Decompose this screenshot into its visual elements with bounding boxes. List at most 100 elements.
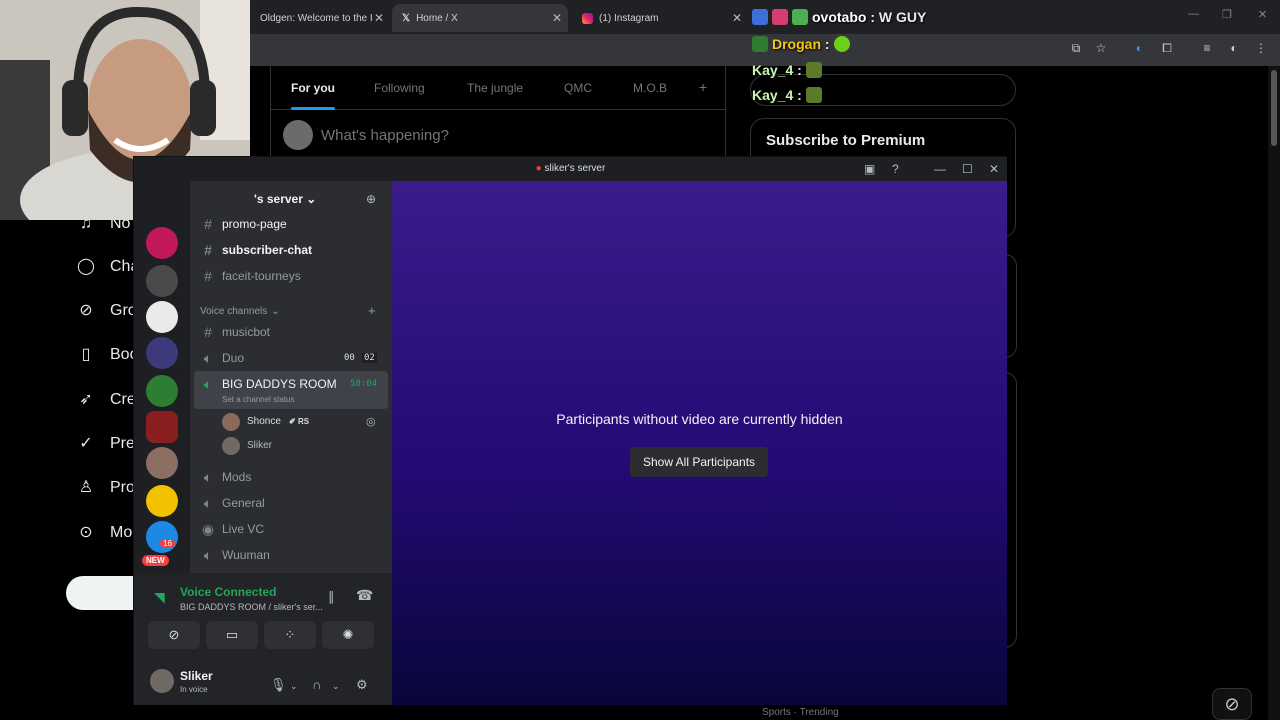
channel-label: Mods	[222, 470, 252, 484]
grok-icon[interactable]: ⊘	[1212, 688, 1252, 720]
server-icon[interactable]	[146, 337, 178, 369]
nav-premium[interactable]: ✓ Pre	[76, 432, 135, 456]
nav-grok[interactable]: ⊘ Gro	[76, 299, 136, 323]
chevron-down-icon[interactable]: ⌄	[290, 681, 298, 692]
add-tab-icon[interactable]: +	[699, 79, 707, 95]
noise-suppression-icon[interactable]: ∥	[328, 589, 335, 605]
close-icon[interactable]: ✕	[374, 11, 384, 25]
extension-audio-icon[interactable]: ◖	[1131, 41, 1145, 55]
tab-instagram[interactable]: (1) Instagram ✕	[572, 4, 748, 32]
nav-profile[interactable]: ♙ Pro	[76, 476, 135, 500]
screen-share-icon[interactable]: ▭	[206, 621, 258, 649]
tab-oldgen[interactable]: Oldgen: Welcome to the I ✕	[250, 4, 390, 32]
extensions-icon[interactable]: ⧠	[1160, 41, 1174, 55]
member-name[interactable]: Sliker	[247, 440, 272, 451]
server-name[interactable]: 's server ⌄	[254, 192, 316, 206]
channel-mods[interactable]: 🔈︎ Mods	[200, 467, 252, 487]
invite-icon[interactable]: ⊕	[366, 192, 376, 206]
nav-label: Pre	[110, 435, 135, 452]
channel-subscriber-chat[interactable]: # subscriber-chat	[200, 240, 312, 260]
install-icon[interactable]: ⧉	[1069, 41, 1083, 55]
voice-status[interactable]: Voice Connected	[180, 585, 276, 599]
nav-more[interactable]: ⊙ Mo	[76, 521, 132, 545]
tab-label: Home / X	[416, 12, 458, 24]
server-icon[interactable]	[146, 227, 178, 259]
bookmark-star-icon[interactable]: ☆	[1094, 41, 1108, 55]
maximize-icon[interactable]: ☐	[962, 162, 973, 176]
tab-the-jungle[interactable]: The jungle	[467, 81, 523, 95]
activities-icon[interactable]: ⁘	[264, 621, 316, 649]
server-icon[interactable]	[146, 485, 178, 517]
channel-promo-page[interactable]: # promo-page	[200, 214, 287, 234]
hash-icon: #	[204, 216, 212, 232]
gear-icon[interactable]: ⚙	[356, 677, 368, 693]
restore-icon[interactable]: ❐	[1222, 8, 1232, 21]
chat-icon: ◯	[77, 258, 95, 275]
tab-for-you[interactable]: For you	[291, 81, 335, 110]
minimize-icon[interactable]: —	[934, 162, 946, 176]
more-icon: ⊙	[79, 524, 93, 541]
nav-chat[interactable]: ◯ Cha	[76, 255, 139, 279]
server-dot-icon: ●	[535, 163, 545, 174]
speaker-icon: 🔈︎	[203, 468, 213, 485]
server-list: 16 NEW	[134, 181, 190, 591]
server-icon[interactable]	[146, 411, 178, 443]
server-icon[interactable]	[146, 521, 178, 553]
menu-icon[interactable]: ⋮	[1254, 41, 1268, 55]
emote-icon	[805, 87, 822, 103]
tab-home-x[interactable]: 𝕏 Home / X ✕	[392, 4, 568, 32]
server-icon[interactable]	[146, 265, 178, 297]
help-icon[interactable]: ?	[892, 162, 899, 176]
close-icon[interactable]: ✕	[732, 11, 742, 25]
user-panel: ◥ Voice Connected BIG DADDYS ROOM / slik…	[134, 573, 392, 705]
channel-duo[interactable]: 🔈︎ Duo	[200, 348, 244, 368]
channel-status[interactable]: Set a channel status	[222, 395, 295, 404]
streaming-icon: ◎	[366, 416, 376, 428]
media-icon[interactable]: ≡	[1200, 41, 1214, 55]
show-all-participants-button[interactable]: Show All Participants	[630, 447, 768, 477]
chevron-down-icon[interactable]: ⌄	[332, 681, 340, 692]
profile-avatar-icon[interactable]: ◐	[1227, 41, 1241, 55]
close-icon[interactable]: ✕	[552, 11, 562, 25]
chat-message: Kay_4 :	[752, 87, 822, 103]
channel-general[interactable]: 🔈︎ General	[200, 493, 265, 513]
close-window-icon[interactable]: ✕	[1258, 8, 1267, 21]
signal-icon: ◥	[154, 589, 165, 605]
badge-icon	[752, 36, 768, 52]
camera-off-icon[interactable]: ⊘	[148, 621, 200, 649]
composer[interactable]: What's happening?	[270, 110, 726, 160]
nav-creator[interactable]: ➶ Cre	[76, 388, 135, 412]
add-channel-icon[interactable]: +	[368, 303, 376, 318]
minimize-icon[interactable]: —	[1188, 8, 1199, 20]
sports-trending-label: Sports · Trending	[762, 707, 839, 718]
emote-icon	[805, 62, 822, 78]
tab-label: Oldgen: Welcome to the I	[260, 12, 373, 24]
channel-live-vc[interactable]: ◉ Live VC	[200, 519, 264, 539]
inbox-icon[interactable]: ▣	[864, 162, 875, 176]
member-name[interactable]: Shonce	[247, 416, 281, 427]
user-limit: 02	[362, 353, 377, 363]
server-icon[interactable]	[146, 375, 178, 407]
tab-qmc[interactable]: QMC	[564, 81, 592, 95]
headphones-icon[interactable]: ∩	[312, 677, 321, 692]
channel-musicbot[interactable]: # musicbot	[200, 322, 270, 342]
scrollbar-thumb[interactable]	[1271, 70, 1277, 146]
speaker-icon: 🔈︎	[203, 375, 213, 392]
soundboard-icon[interactable]: ✺	[322, 621, 374, 649]
tab-mob[interactable]: M.O.B	[633, 81, 667, 95]
category-voice-channels[interactable]: Voice channels ⌄	[200, 301, 280, 321]
nav-label: Mo	[110, 524, 133, 541]
tab-following[interactable]: Following	[374, 81, 425, 95]
avatar[interactable]	[150, 669, 174, 693]
server-icon[interactable]	[146, 301, 178, 333]
server-icon[interactable]	[146, 447, 178, 479]
microphone-icon[interactable]: 🎙︎	[270, 677, 287, 693]
channel-faceit-tourneys[interactable]: # faceit-tourneys	[200, 266, 301, 286]
disconnect-icon[interactable]: ☎	[356, 587, 373, 604]
close-icon[interactable]: ✕	[989, 162, 999, 176]
chat-username: Kay_4	[752, 62, 794, 78]
scrollbar[interactable]	[1268, 66, 1280, 720]
nav-bookmarks[interactable]: ▯ Boo	[76, 343, 139, 367]
channel-label: promo-page	[222, 217, 287, 231]
channel-wuuman[interactable]: 🔈︎ Wuuman	[200, 545, 270, 565]
